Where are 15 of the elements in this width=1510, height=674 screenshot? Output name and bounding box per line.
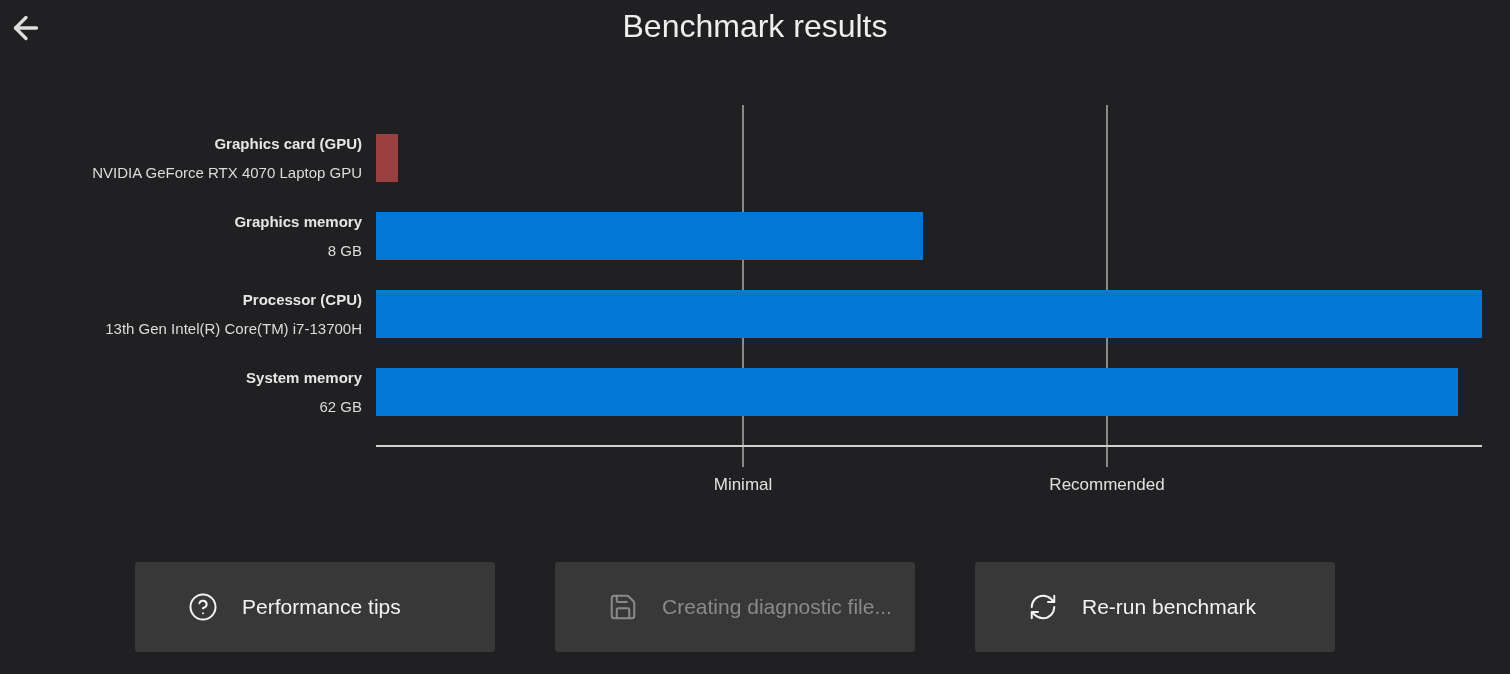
component-name: Graphics card (GPU) xyxy=(214,134,362,153)
refresh-icon xyxy=(1028,592,1058,622)
action-button[interactable]: Re-run benchmark xyxy=(975,562,1335,652)
help-icon xyxy=(188,592,218,622)
component-detail: 62 GB xyxy=(319,397,362,416)
page-title: Benchmark results xyxy=(622,7,888,45)
component-name: System memory xyxy=(246,368,362,387)
scale-label: Minimal xyxy=(713,475,773,495)
component-name: Graphics memory xyxy=(234,212,362,231)
component-detail: 8 GB xyxy=(327,241,362,260)
component-name: Processor (CPU) xyxy=(242,290,362,309)
scale-label: Recommended xyxy=(1049,475,1165,495)
component-detail: 13th Gen Intel(R) Core(TM) i7-13700H xyxy=(105,319,362,338)
component-detail: NVIDIA GeForce RTX 4070 Laptop GPU xyxy=(92,163,362,182)
action-button[interactable]: Performance tips xyxy=(135,562,495,652)
